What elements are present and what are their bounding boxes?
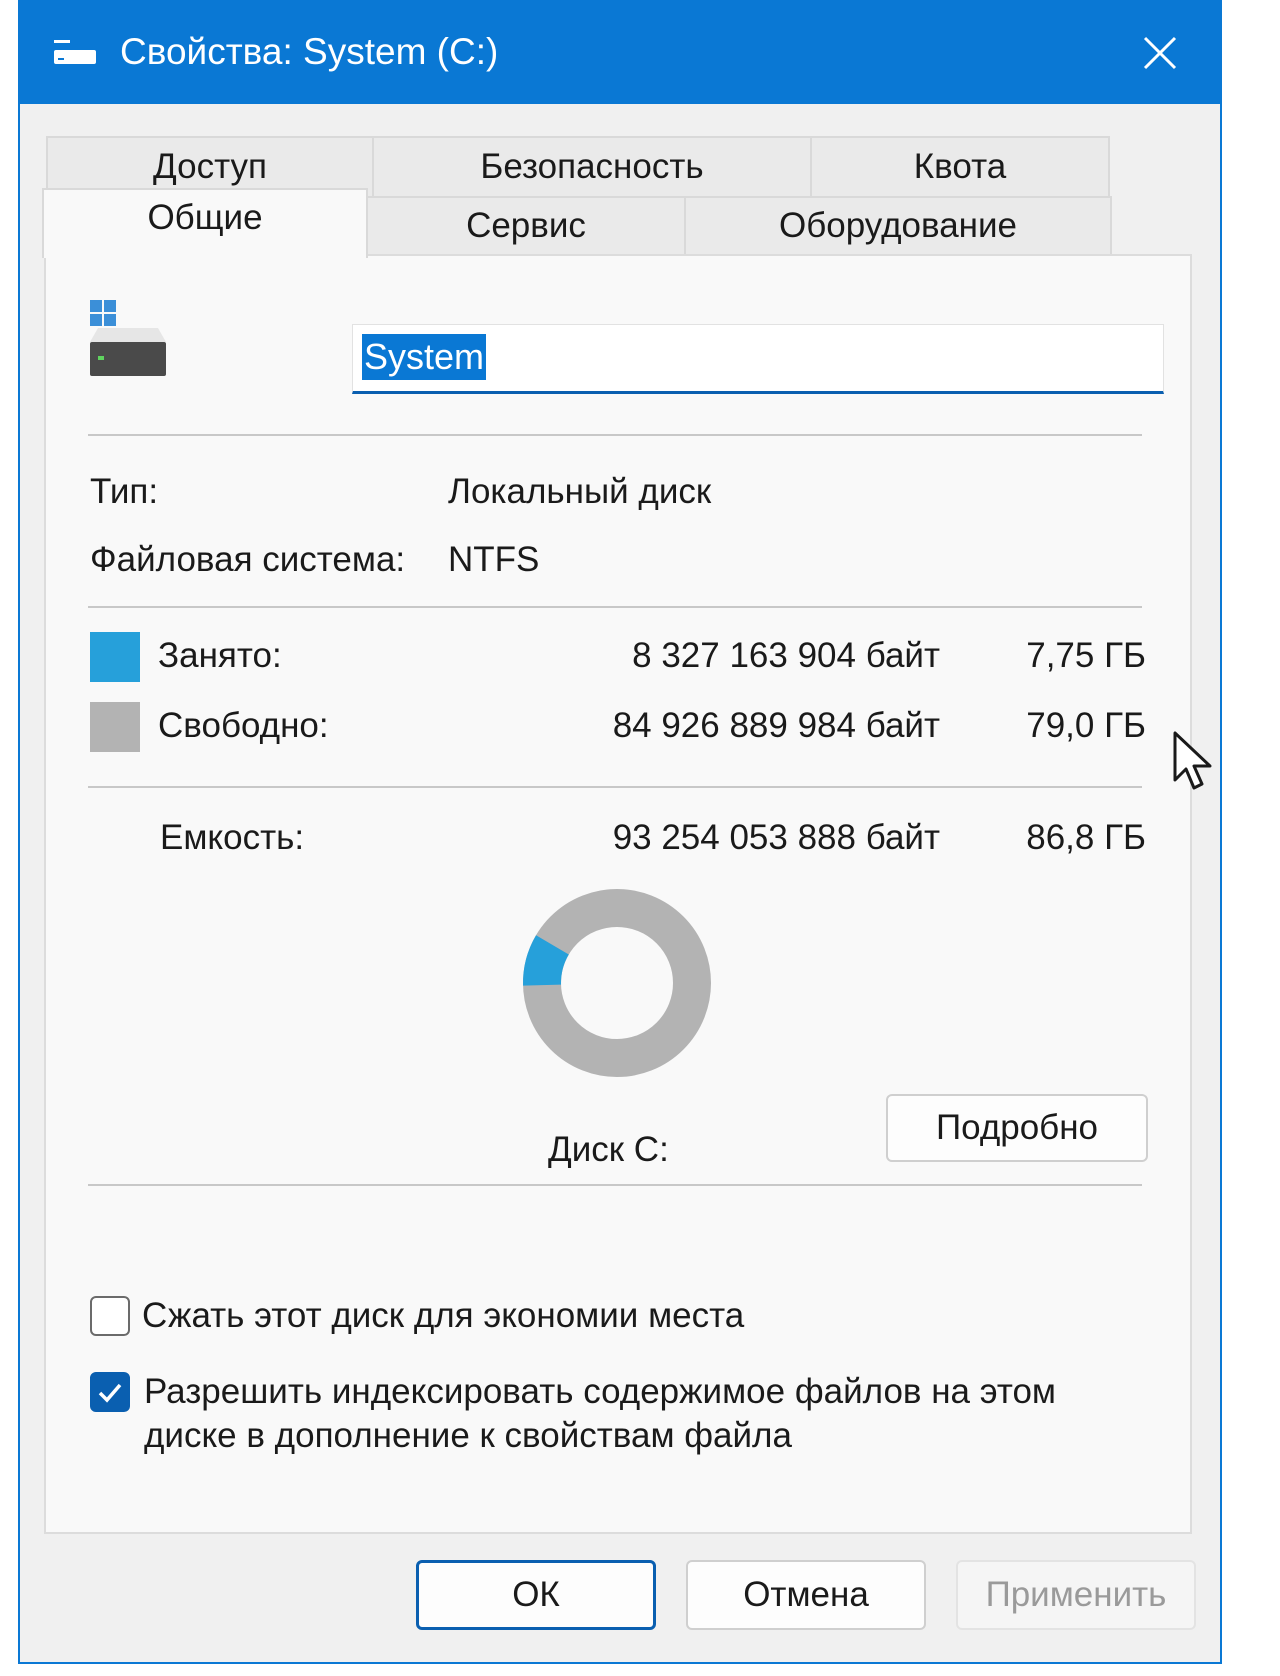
- free-space-bytes: 84 926 889 984 байт: [612, 706, 940, 745]
- ok-button[interactable]: ОК: [416, 1560, 656, 1630]
- tab-security[interactable]: Безопасность: [372, 136, 812, 198]
- compress-label: Сжать этот диск для экономии места: [142, 1296, 745, 1335]
- disk-usage-donut: [523, 888, 711, 1077]
- separator: [88, 606, 1142, 608]
- separator: [88, 434, 1142, 436]
- cancel-button[interactable]: Отмена: [686, 1560, 926, 1630]
- checkmark-icon: [98, 1383, 122, 1403]
- index-label-line1: Разрешить индексировать содержимое файло…: [144, 1372, 1056, 1411]
- tab-quota[interactable]: Квота: [810, 136, 1110, 198]
- properties-window: Свойства: System (C:) Доступ Безопасност…: [18, 0, 1222, 1664]
- capacity-label: Емкость:: [160, 818, 305, 857]
- index-checkbox[interactable]: [90, 1372, 130, 1412]
- free-space-swatch: [90, 702, 140, 752]
- used-space-bytes: 8 327 163 904 байт: [632, 636, 940, 675]
- apply-button[interactable]: Применить: [956, 1560, 1196, 1630]
- volume-name-selection: System: [362, 334, 487, 380]
- tab-tools[interactable]: Сервис: [366, 196, 686, 256]
- details-button[interactable]: Подробно: [886, 1094, 1148, 1162]
- tab-hardware[interactable]: Оборудование: [684, 196, 1112, 256]
- tab-general[interactable]: Общие: [42, 188, 368, 258]
- index-label-line2: диске в дополнение к свойствам файла: [144, 1416, 792, 1455]
- file-system-label: Файловая система:: [90, 540, 406, 579]
- used-space-label: Занято:: [158, 636, 282, 675]
- file-system-value: NTFS: [448, 540, 540, 579]
- capacity-size: 86,8 ГБ: [1026, 818, 1146, 857]
- local-disk-icon: [90, 300, 166, 376]
- close-icon: [1143, 36, 1177, 70]
- title-bar[interactable]: Свойства: System (C:): [20, 2, 1220, 104]
- mouse-cursor-icon: [1173, 731, 1212, 790]
- free-space-size: 79,0 ГБ: [1026, 706, 1146, 745]
- used-space-size: 7,75 ГБ: [1026, 636, 1146, 675]
- type-value: Локальный диск: [448, 472, 712, 511]
- drive-icon: [54, 40, 96, 64]
- capacity-bytes: 93 254 053 888 байт: [612, 818, 940, 857]
- window-title: Свойства: System (C:): [120, 31, 499, 72]
- donut-free-segment: [523, 889, 711, 1077]
- separator: [88, 1184, 1142, 1186]
- compress-checkbox[interactable]: [90, 1296, 130, 1336]
- type-label: Тип:: [90, 472, 159, 511]
- free-space-label: Свободно:: [158, 706, 329, 745]
- used-space-swatch: [90, 632, 140, 682]
- separator: [88, 786, 1142, 788]
- close-button[interactable]: [1100, 2, 1220, 104]
- disk-label: Диск С:: [548, 1130, 669, 1169]
